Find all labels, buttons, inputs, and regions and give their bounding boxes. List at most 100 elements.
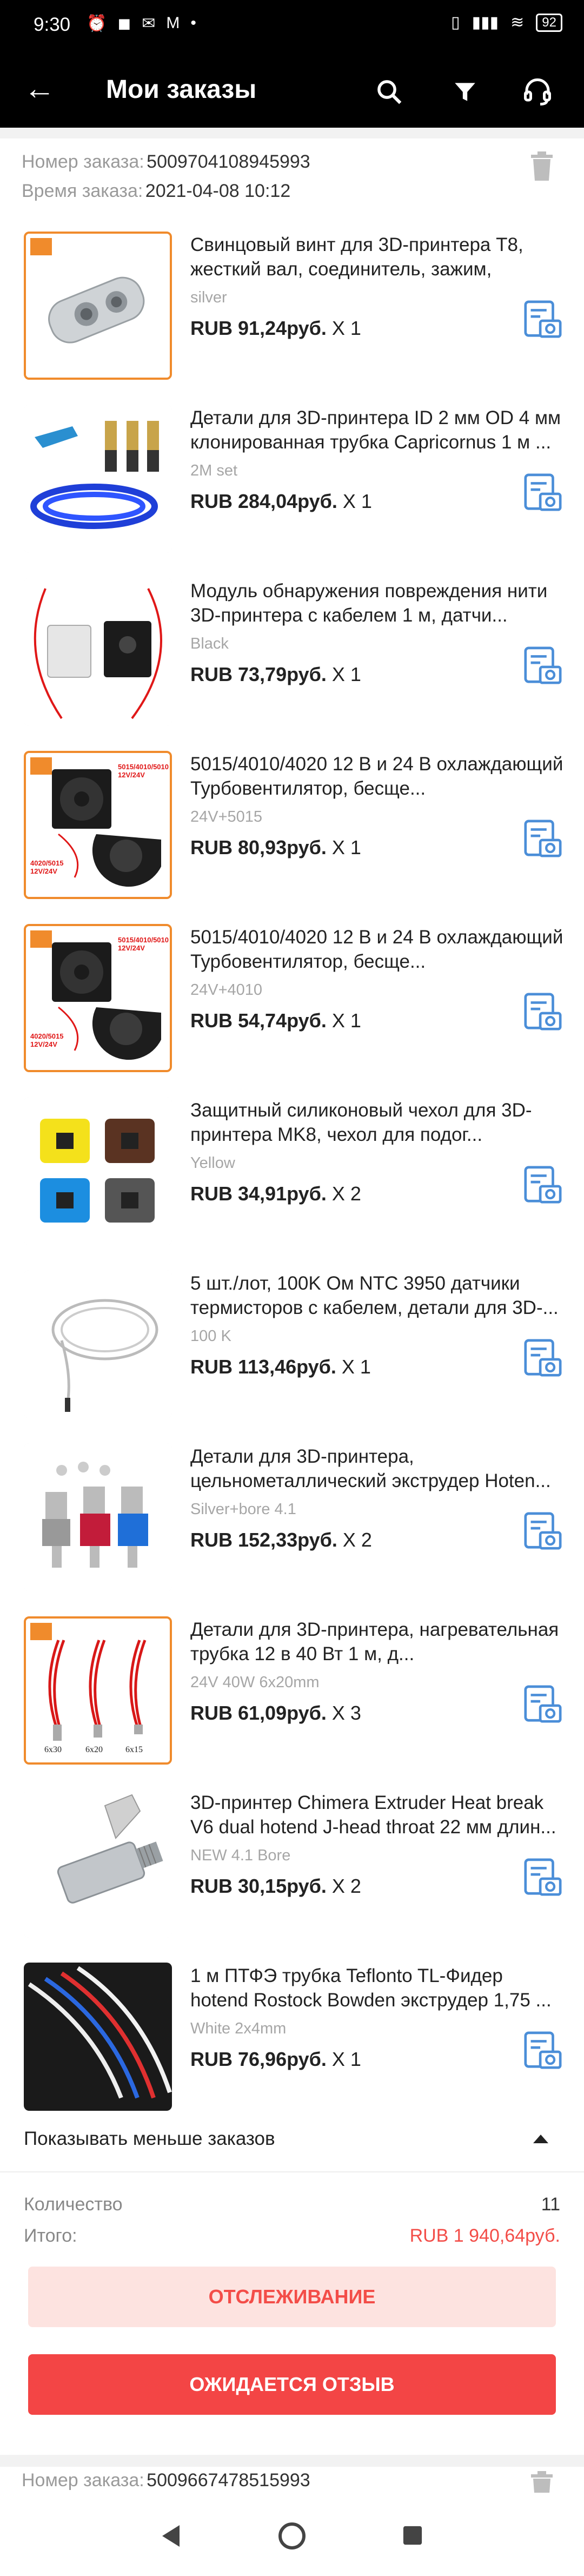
order-item[interactable]: 6x30 6x20 6x15 Детали для 3D-принтера, н… (0, 1616, 584, 1789)
track-order-button[interactable]: ОТСЛЕЖИВАНИЕ (28, 2267, 556, 2327)
order-item[interactable]: 5 шт./лот, 100K Ом NTC 3950 датчики терм… (0, 1270, 584, 1443)
product-variant: 24V 40W 6x20mm (190, 1674, 320, 1691)
heater-label-3: 6x15 (125, 1745, 143, 1754)
product-image: 6x30 6x20 6x15 (24, 1616, 172, 1765)
order-item[interactable]: Свинцовый винт для 3D-принтера T8, жестк… (0, 232, 584, 405)
app-bar: ← Мои заказы (0, 52, 584, 128)
product-title: 5015/4010/4020 12 В и 24 В охлаждающий Т… (190, 927, 563, 972)
product-price: RUB 152,33руб. X 2 (190, 1529, 372, 1551)
filter-icon[interactable] (449, 76, 481, 108)
next-order-number-label: Номер заказа: (22, 2470, 144, 2491)
product-image (24, 1963, 172, 2111)
nav-back-icon[interactable] (160, 2524, 182, 2551)
product-image (24, 1270, 172, 1418)
quantity: X 1 (342, 490, 372, 512)
product-variant: Black (190, 635, 229, 652)
delete-order-trash-icon[interactable] (530, 151, 554, 182)
quantity: X 1 (331, 2048, 361, 2070)
next-order-card[interactable]: Номер заказа: 5009667478515993 (0, 2467, 584, 2499)
product-image: 5015/4010/5010 12V/24V 4020/5015 12V/24V (24, 924, 172, 1072)
order-number-row: Номер заказа: 5009704108945993 (22, 151, 310, 173)
next-order-trash-icon[interactable] (530, 2471, 554, 2493)
product-title: Детали для 3D-принтера ID 2 мм OD 4 мм к… (190, 407, 561, 453)
product-variant: White 2x4mm (190, 2020, 287, 2037)
heater-label-1: 6x30 (44, 1745, 62, 1754)
photo-review-icon[interactable] (521, 1683, 563, 1726)
order-number: 5009704108945993 (147, 151, 310, 172)
price-value: RUB 54,74руб. (190, 1009, 327, 1032)
battery-icon: 92 (536, 13, 562, 32)
price-value: RUB 91,24руб. (190, 317, 327, 339)
product-title: Модуль обнаружения повреждения нити 3D-п… (190, 580, 548, 626)
quantity: X 1 (331, 663, 361, 685)
fan-thumb-label-b: 4020/5015 12V/24V (30, 859, 64, 875)
photo-review-icon[interactable] (521, 1164, 563, 1206)
page-title: Мои заказы (106, 75, 257, 104)
order-time-label: Время заказа: (22, 181, 143, 201)
product-title: Свинцовый винт для 3D-принтера T8, жестк… (190, 234, 523, 280)
price-value: RUB 30,15руб. (190, 1875, 327, 1897)
next-order-number: 5009667478515993 (147, 2470, 310, 2491)
order-card: Номер заказа: 5009704108945993 Время зак… (0, 138, 584, 2455)
signal-icon: ▮▮▮ (472, 14, 499, 31)
gmail-icon: M (166, 14, 180, 32)
quantity-label: Количество (24, 2194, 123, 2215)
price-value: RUB 113,46руб. (190, 1356, 336, 1378)
product-variant: NEW 4.1 Bore (190, 1847, 291, 1864)
product-image (24, 578, 172, 726)
product-title: Детали для 3D-принтера, цельнометалличес… (190, 1446, 551, 1491)
product-title: Защитный силиконовый чехол для 3D-принте… (190, 1100, 532, 1145)
order-item[interactable]: 5015/4010/5010 12V/24V 4020/5015 12V/24V… (0, 751, 584, 924)
next-order-number-row: Номер заказа: 5009667478515993 (22, 2470, 310, 2491)
photo-review-icon[interactable] (521, 2030, 563, 2072)
photo-review-icon[interactable] (521, 818, 563, 860)
quantity-row: Количество 11 (24, 2194, 560, 2215)
product-variant: 24V+4010 (190, 981, 263, 999)
nav-recents-icon[interactable] (402, 2525, 423, 2548)
quantity: X 3 (331, 1702, 361, 1724)
photo-review-icon[interactable] (521, 1337, 563, 1379)
system-navigation-bar (0, 2497, 584, 2576)
order-item[interactable]: 1 м ПТФЭ трубка Teflonto TL-Фидер hotend… (0, 1963, 584, 2136)
divider (0, 2171, 584, 2172)
collapse-caret-icon[interactable] (533, 2135, 548, 2143)
product-variant: 24V+5015 (190, 808, 263, 825)
price-value: RUB 61,09руб. (190, 1702, 327, 1724)
order-item[interactable]: Модуль обнаружения повреждения нити 3D-п… (0, 578, 584, 751)
photo-review-icon[interactable] (521, 991, 563, 1033)
price-value: RUB 80,93руб. (190, 836, 327, 858)
product-image (24, 1097, 172, 1245)
back-arrow-icon[interactable]: ← (24, 72, 55, 105)
total-row: Итого: RUB 1 940,64руб. (24, 2225, 560, 2247)
heater-label-2: 6x20 (85, 1745, 103, 1754)
product-price: RUB 54,74руб. X 1 (190, 1009, 361, 1032)
photo-review-icon[interactable] (521, 1857, 563, 1899)
quantity: X 1 (331, 836, 361, 858)
product-variant: Silver+bore 4.1 (190, 1501, 296, 1518)
photo-review-icon[interactable] (521, 299, 563, 341)
product-price: RUB 73,79руб. X 1 (190, 663, 361, 686)
alarm-icon: ⏰ (87, 15, 107, 32)
search-icon[interactable] (373, 76, 406, 108)
product-variant: 100 K (190, 1327, 231, 1345)
price-value: RUB 284,04руб. (190, 490, 337, 512)
photo-review-icon[interactable] (521, 645, 563, 687)
order-item[interactable]: 3D-принтер Chimera Extruder Heat break V… (0, 1789, 584, 1963)
order-item[interactable]: Защитный силиконовый чехол для 3D-принте… (0, 1097, 584, 1270)
order-item[interactable]: 5015/4010/5010 12V/24V 4020/5015 12V/24V… (0, 924, 584, 1097)
product-image (24, 1443, 172, 1591)
product-title: 1 м ПТФЭ трубка Teflonto TL-Фидер hotend… (190, 1965, 552, 2011)
quantity: X 1 (341, 1356, 371, 1378)
photo-review-icon[interactable] (521, 1510, 563, 1553)
support-headset-icon[interactable] (521, 76, 554, 108)
nav-home-icon[interactable] (278, 2522, 306, 2553)
system-icons: ▯ ▮▮▮ ≋ 92 (451, 13, 562, 32)
product-price: RUB 34,91руб. X 2 (190, 1183, 361, 1205)
order-item[interactable]: Детали для 3D-принтера ID 2 мм OD 4 мм к… (0, 405, 584, 578)
leave-review-button[interactable]: ОЖИДАЕТСЯ ОТЗЫВ (28, 2354, 556, 2415)
show-less-orders-toggle[interactable]: Показывать меньше заказов (24, 2128, 275, 2150)
photo-review-icon[interactable] (521, 472, 563, 514)
product-title: 3D-принтер Chimera Extruder Heat break V… (190, 1792, 556, 1838)
order-item[interactable]: Детали для 3D-принтера, цельнометалличес… (0, 1443, 584, 1616)
product-image (24, 405, 172, 553)
